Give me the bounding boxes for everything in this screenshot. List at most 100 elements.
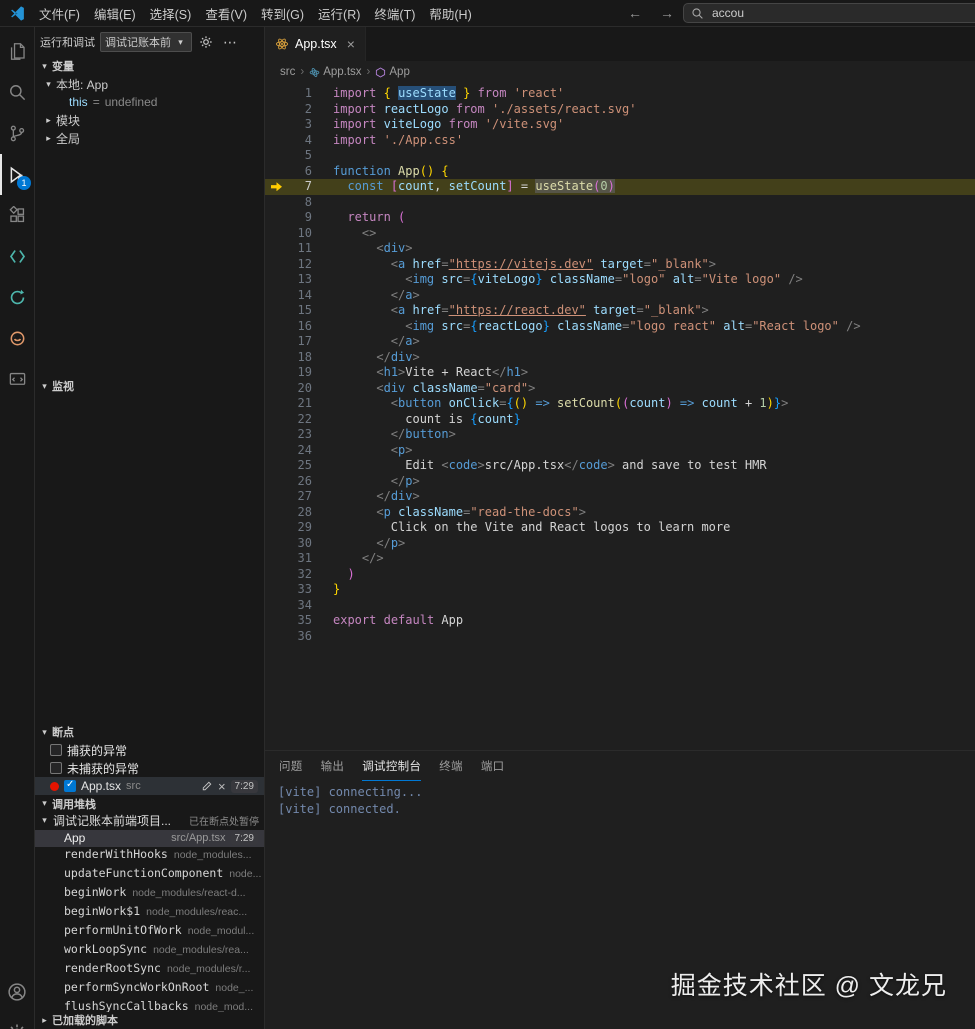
account-icon[interactable]: [0, 971, 34, 1012]
line-number[interactable]: 12: [282, 257, 312, 273]
breadcrumb-symbol[interactable]: App: [375, 66, 410, 78]
gutter-glyph[interactable]: [265, 536, 282, 552]
code-line-9[interactable]: 9 return (: [265, 210, 975, 226]
code-line-8[interactable]: 8: [265, 195, 975, 211]
close-tab-icon[interactable]: ×: [343, 36, 355, 52]
code-line-18[interactable]: 18 </div>: [265, 350, 975, 366]
line-number[interactable]: 17: [282, 334, 312, 350]
nav-back-icon[interactable]: ←: [619, 5, 651, 21]
code-line-17[interactable]: 17 </a>: [265, 334, 975, 350]
callstack-current-frame[interactable]: App src/App.tsx 7:29: [35, 829, 264, 847]
gutter-glyph[interactable]: [265, 443, 282, 459]
line-number[interactable]: 23: [282, 427, 312, 443]
panel-tab[interactable]: 输出: [321, 751, 345, 781]
line-number[interactable]: 19: [282, 365, 312, 381]
code-line-30[interactable]: 30 </p>: [265, 536, 975, 552]
line-number[interactable]: 31: [282, 551, 312, 567]
menubar-item[interactable]: 终端(T): [367, 4, 422, 23]
line-number[interactable]: 36: [282, 629, 312, 645]
code-line-33[interactable]: 33}: [265, 582, 975, 598]
source-control-icon[interactable]: [0, 113, 34, 154]
callstack-frame-row[interactable]: beginWork$1 node_modules/reac...: [35, 904, 264, 923]
extension-d-icon[interactable]: [0, 359, 34, 400]
breakpoint-file-row[interactable]: App.tsx src × 7:29: [35, 777, 264, 795]
nav-forward-icon[interactable]: →: [651, 5, 683, 21]
code-line-1[interactable]: 1 import { useState } from 'react': [265, 86, 975, 102]
gutter-glyph[interactable]: [265, 195, 282, 211]
gutter-glyph[interactable]: [265, 303, 282, 319]
panel-tab[interactable]: 问题: [279, 751, 303, 781]
code-line-10[interactable]: 10 <>: [265, 226, 975, 242]
panel-tab[interactable]: 端口: [481, 751, 505, 781]
code-line-14[interactable]: 14 </a>: [265, 288, 975, 304]
gutter-glyph[interactable]: [265, 458, 282, 474]
code-line-36[interactable]: 36: [265, 629, 975, 645]
code-line-25[interactable]: 25 Edit <code>src/App.tsx</code> and sav…: [265, 458, 975, 474]
breakpoint-exception-row[interactable]: 未捕获的异常: [35, 759, 264, 777]
gutter-glyph[interactable]: [265, 334, 282, 350]
callstack-frame-row[interactable]: beginWork node_modules/react-d...: [35, 885, 264, 904]
gutter-glyph[interactable]: [265, 210, 282, 226]
code-line-7[interactable]: 7 const [count, setCount] = useState(0): [265, 179, 975, 195]
gutter-glyph[interactable]: [265, 598, 282, 614]
code-line-22[interactable]: 22 count is {count}: [265, 412, 975, 428]
line-number[interactable]: 2: [282, 102, 312, 118]
line-number[interactable]: 16: [282, 319, 312, 335]
code-line-35[interactable]: 35 export default App: [265, 613, 975, 629]
line-number[interactable]: 21: [282, 396, 312, 412]
code-line-20[interactable]: 20 <div className="card">: [265, 381, 975, 397]
code-line-29[interactable]: 29 Click on the Vite and React logos to …: [265, 520, 975, 536]
gutter-glyph[interactable]: [265, 102, 282, 118]
extensions-icon[interactable]: [0, 195, 34, 236]
code-line-4[interactable]: 4 import './App.css': [265, 133, 975, 149]
breadcrumb-file[interactable]: App.tsx: [309, 66, 362, 78]
line-number[interactable]: 7: [282, 179, 312, 195]
settings-gear-icon[interactable]: [0, 1012, 34, 1029]
menubar-item[interactable]: 编辑(E): [87, 4, 143, 23]
breakpoint-checkbox[interactable]: [64, 779, 76, 792]
more-actions-icon[interactable]: ⋯: [220, 34, 240, 51]
code-line-23[interactable]: 23 </button>: [265, 427, 975, 443]
gutter-glyph[interactable]: [265, 226, 282, 242]
loaded-scripts-header[interactable]: ▸ 已加载的脚本: [35, 1012, 264, 1029]
variables-group-row[interactable]: ▸ 模块: [35, 111, 264, 129]
code-line-5[interactable]: 5: [265, 148, 975, 164]
code-line-31[interactable]: 31 </>: [265, 551, 975, 567]
command-center-search[interactable]: [683, 3, 975, 23]
explorer-icon[interactable]: [0, 31, 34, 72]
callstack-frame-row[interactable]: performUnitOfWork node_modul...: [35, 923, 264, 942]
callstack-frame-row[interactable]: performSyncWorkOnRoot node_...: [35, 980, 264, 999]
remove-breakpoint-icon[interactable]: ×: [218, 780, 226, 793]
code-line-2[interactable]: 2 import reactLogo from './assets/react.s…: [265, 102, 975, 118]
gutter-glyph[interactable]: [265, 365, 282, 381]
code-line-16[interactable]: 16 <img src={reactLogo} className="logo …: [265, 319, 975, 335]
line-number[interactable]: 14: [282, 288, 312, 304]
gutter-glyph[interactable]: [265, 164, 282, 180]
panel-tab[interactable]: 调试控制台: [362, 751, 422, 781]
line-number[interactable]: 35: [282, 613, 312, 629]
code-line-27[interactable]: 27 </div>: [265, 489, 975, 505]
gutter-glyph[interactable]: [265, 272, 282, 288]
gutter-glyph[interactable]: [265, 474, 282, 490]
menubar-item[interactable]: 转到(G): [254, 4, 311, 23]
edit-breakpoint-icon[interactable]: [201, 780, 213, 792]
line-number[interactable]: 30: [282, 536, 312, 552]
exception-checkbox[interactable]: [50, 744, 62, 756]
gutter-glyph[interactable]: [265, 179, 282, 195]
gutter-glyph[interactable]: [265, 133, 282, 149]
callstack-header[interactable]: ▾ 调用堆栈: [35, 795, 264, 812]
gutter-glyph[interactable]: [265, 381, 282, 397]
line-number[interactable]: 18: [282, 350, 312, 366]
callstack-frame-row[interactable]: renderRootSync node_modules/r...: [35, 961, 264, 980]
gutter-glyph[interactable]: [265, 582, 282, 598]
gutter-glyph[interactable]: [265, 551, 282, 567]
breadcrumb-src[interactable]: src: [280, 66, 295, 78]
run-and-debug-icon[interactable]: 1: [0, 154, 34, 195]
variables-header[interactable]: ▾ 变量: [35, 57, 264, 75]
search-view-icon[interactable]: [0, 72, 34, 113]
code-line-24[interactable]: 24 <p>: [265, 443, 975, 459]
line-number[interactable]: 13: [282, 272, 312, 288]
gutter-glyph[interactable]: [265, 427, 282, 443]
gutter-glyph[interactable]: [265, 288, 282, 304]
code-line-21[interactable]: 21 <button onClick={() => setCount((coun…: [265, 396, 975, 412]
